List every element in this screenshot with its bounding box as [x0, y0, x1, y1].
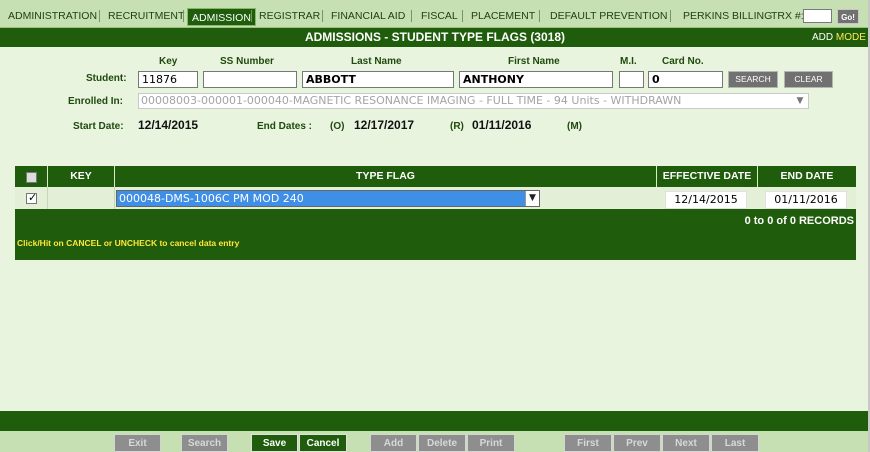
cancel-hint: Click/Hit on CANCEL or UNCHECK to cancel…: [17, 238, 240, 248]
enrolled-in-label: Enrolled In:: [68, 96, 123, 107]
records-count: 0 to 0 of 0 RECORDS: [744, 215, 854, 227]
end-date-r-value: 01/11/2016: [472, 118, 532, 132]
next-button[interactable]: Next: [662, 434, 710, 452]
nav-separator: [251, 10, 252, 22]
type-flag-grid: KEY TYPE FLAG EFFECTIVE DATE END DATE 00…: [15, 166, 856, 260]
nav-separator: [99, 10, 100, 22]
row-checkbox-cell: [15, 187, 48, 209]
save-button[interactable]: Save: [251, 434, 298, 452]
student-label: Student:: [86, 73, 127, 84]
nav-separator: [322, 10, 323, 22]
key-column-header: KEY: [48, 166, 115, 187]
nav-registrar[interactable]: REGISTRAR: [255, 7, 324, 25]
nav-separator: [411, 10, 412, 22]
first-button[interactable]: First: [564, 434, 612, 452]
mode-label: MODE: [835, 32, 866, 43]
nav-admission[interactable]: ADMISSION: [187, 8, 256, 26]
nav-separator: [462, 10, 463, 22]
end-dates-label: End Dates :: [257, 121, 313, 132]
nav-default-prevention[interactable]: DEFAULT PREVENTION: [546, 7, 671, 25]
first-name-field[interactable]: ANTHONY: [459, 71, 613, 88]
go-button[interactable]: Go!: [837, 9, 859, 24]
trx-input[interactable]: [803, 9, 832, 23]
row-key-cell: [48, 187, 115, 209]
first-name-header: First Name: [508, 56, 560, 67]
end-date-m-label: (M): [567, 121, 582, 132]
bottom-bar: [0, 411, 870, 431]
select-all-header: [15, 166, 48, 187]
start-date-value: 12/14/2015: [138, 118, 199, 132]
effective-date-column-header: EFFECTIVE DATE: [657, 166, 758, 187]
nav-placement[interactable]: PLACEMENT: [467, 7, 539, 25]
card-no-field[interactable]: 0: [648, 71, 723, 88]
mi-header: M.I.: [620, 56, 637, 67]
type-flag-column-header: TYPE FLAG: [115, 166, 657, 187]
nav-fiscal[interactable]: FISCAL: [417, 7, 462, 25]
student-key-field[interactable]: 11876: [138, 71, 198, 88]
nav-financial-aid[interactable]: FINANCIAL AID: [327, 7, 409, 25]
ssn-field[interactable]: [203, 71, 297, 88]
last-name-header: Last Name: [351, 56, 402, 67]
cancel-button[interactable]: Cancel: [299, 434, 347, 452]
search-toolbar-button[interactable]: Search: [181, 434, 228, 452]
end-date-field[interactable]: 01/11/2016: [765, 191, 847, 209]
type-flag-select[interactable]: 000048-DMS-1006C PM MOD 240 ▼: [116, 190, 540, 207]
select-all-checkbox[interactable]: [26, 172, 37, 183]
page-title: ADMISSIONS - STUDENT TYPE FLAGS (3018): [304, 30, 566, 44]
nav-perkins-billing[interactable]: PERKINS BILLING: [679, 7, 776, 25]
mode-indicator: ADD MODE: [812, 28, 866, 47]
nav-recruitment[interactable]: RECRUITMENT: [104, 7, 188, 25]
end-date-o-label: (O): [330, 121, 345, 132]
effective-date-field[interactable]: 12/14/2015: [665, 191, 747, 209]
last-name-field[interactable]: ABBOTT: [302, 71, 454, 88]
mi-field[interactable]: [619, 71, 644, 88]
start-date-label: Start Date:: [73, 121, 124, 132]
clear-button[interactable]: CLEAR: [784, 71, 833, 88]
print-button[interactable]: Print: [467, 434, 515, 452]
delete-button[interactable]: Delete: [418, 434, 466, 452]
trx-label: TRX #:: [771, 10, 804, 22]
card-no-header: Card No.: [662, 56, 704, 67]
nav-administration[interactable]: ADMINISTRATION: [4, 7, 101, 25]
last-button[interactable]: Last: [711, 434, 759, 452]
exit-button[interactable]: Exit: [114, 434, 161, 452]
nav-separator: [183, 10, 184, 22]
search-button[interactable]: SEARCH: [728, 71, 778, 88]
add-button[interactable]: Add: [370, 434, 417, 452]
type-flag-value: 000048-DMS-1006C PM MOD 240: [119, 192, 304, 205]
title-bar: ADMISSIONS - STUDENT TYPE FLAGS (3018) A…: [0, 28, 870, 47]
enrolled-in-value: 00008003-000001-000040-MAGNETIC RESONANC…: [141, 94, 682, 107]
action-toolbar: Exit Search Save Cancel Add Delete Print…: [0, 431, 870, 452]
end-date-r-label: (R): [450, 121, 464, 132]
ssn-header: SS Number: [220, 56, 274, 67]
top-nav: ADMINISTRATION RECRUITMENT ADMISSION REG…: [0, 0, 870, 28]
end-date-o-value: 12/17/2017: [354, 118, 415, 132]
nav-separator: [670, 10, 671, 22]
prev-button[interactable]: Prev: [613, 434, 661, 452]
chevron-down-icon: ▼: [525, 191, 539, 206]
row-checkbox[interactable]: [26, 191, 37, 204]
key-header: Key: [159, 56, 178, 67]
chevron-down-icon: ▼: [796, 96, 804, 106]
enrolled-in-select[interactable]: 00008003-000001-000040-MAGNETIC RESONANC…: [138, 93, 809, 109]
end-date-column-header: END DATE: [780, 170, 834, 182]
add-label: ADD: [812, 32, 834, 43]
nav-separator: [539, 10, 540, 22]
